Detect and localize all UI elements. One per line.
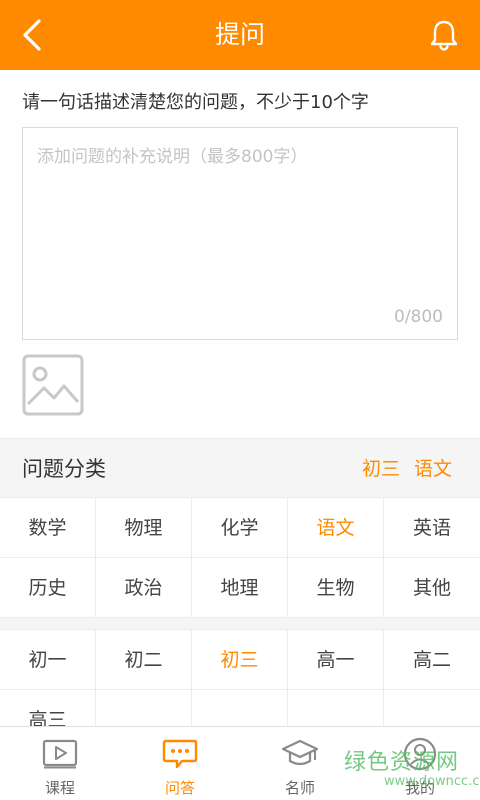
bell-icon (430, 20, 458, 51)
tab-courses-label: 课程 (44, 779, 75, 797)
subject-option[interactable]: 历史 (0, 558, 96, 618)
tab-mine-label: 我的 (404, 779, 435, 797)
selected-category: 初三 语文 (348, 439, 452, 499)
subject-option[interactable]: 物理 (96, 498, 192, 558)
subject-grid: 数学 物理 化学 语文 英语 历史 政治 地理 生物 其他 (0, 498, 480, 618)
tab-qa-label: 问答 (164, 779, 195, 797)
image-icon (22, 354, 84, 416)
grade-option[interactable]: 高二 (384, 630, 480, 690)
subject-option[interactable]: 生物 (288, 558, 384, 618)
tab-teachers-label: 名师 (284, 779, 315, 797)
selected-grade: 初三 (361, 458, 400, 480)
user-icon (403, 737, 437, 771)
chat-bubble-icon (162, 739, 198, 769)
subject-option[interactable]: 英语 (384, 498, 480, 558)
subject-option[interactable]: 数学 (0, 498, 96, 558)
grade-option[interactable]: 初三 (192, 630, 288, 690)
grade-option[interactable]: 初二 (96, 630, 192, 690)
description-input[interactable] (23, 128, 457, 339)
subject-option[interactable]: 地理 (192, 558, 288, 618)
grade-option[interactable]: 高一 (288, 630, 384, 690)
category-header: 问题分类 初三 语文 (0, 438, 480, 498)
app-header: 提问 (0, 0, 480, 70)
section-divider (0, 618, 480, 630)
bottom-tab-bar: 课程 问答 名师 我的 (0, 726, 480, 800)
selected-subject: 语文 (413, 458, 452, 480)
tab-courses[interactable]: 课程 (0, 727, 120, 800)
notification-button[interactable] (426, 17, 462, 53)
subject-option[interactable]: 化学 (192, 498, 288, 558)
add-image-button[interactable] (22, 354, 84, 416)
page-title: 提问 (214, 20, 265, 49)
description-box: 0/800 (22, 127, 458, 340)
grade-option[interactable]: 初一 (0, 630, 96, 690)
subject-option[interactable]: 语文 (288, 498, 384, 558)
graduation-cap-icon (281, 739, 319, 766)
subject-option[interactable]: 其他 (384, 558, 480, 618)
char-counter: 0/800 (394, 307, 443, 327)
tab-mine[interactable]: 我的 (360, 727, 480, 800)
category-label: 问题分类 (22, 457, 106, 481)
tab-teachers[interactable]: 名师 (240, 727, 360, 800)
tab-qa[interactable]: 问答 (120, 727, 240, 800)
subject-option[interactable]: 政治 (96, 558, 192, 618)
question-prompt: 请一句话描述清楚您的问题，不少于10个字 (22, 92, 369, 113)
video-play-icon (42, 739, 78, 769)
